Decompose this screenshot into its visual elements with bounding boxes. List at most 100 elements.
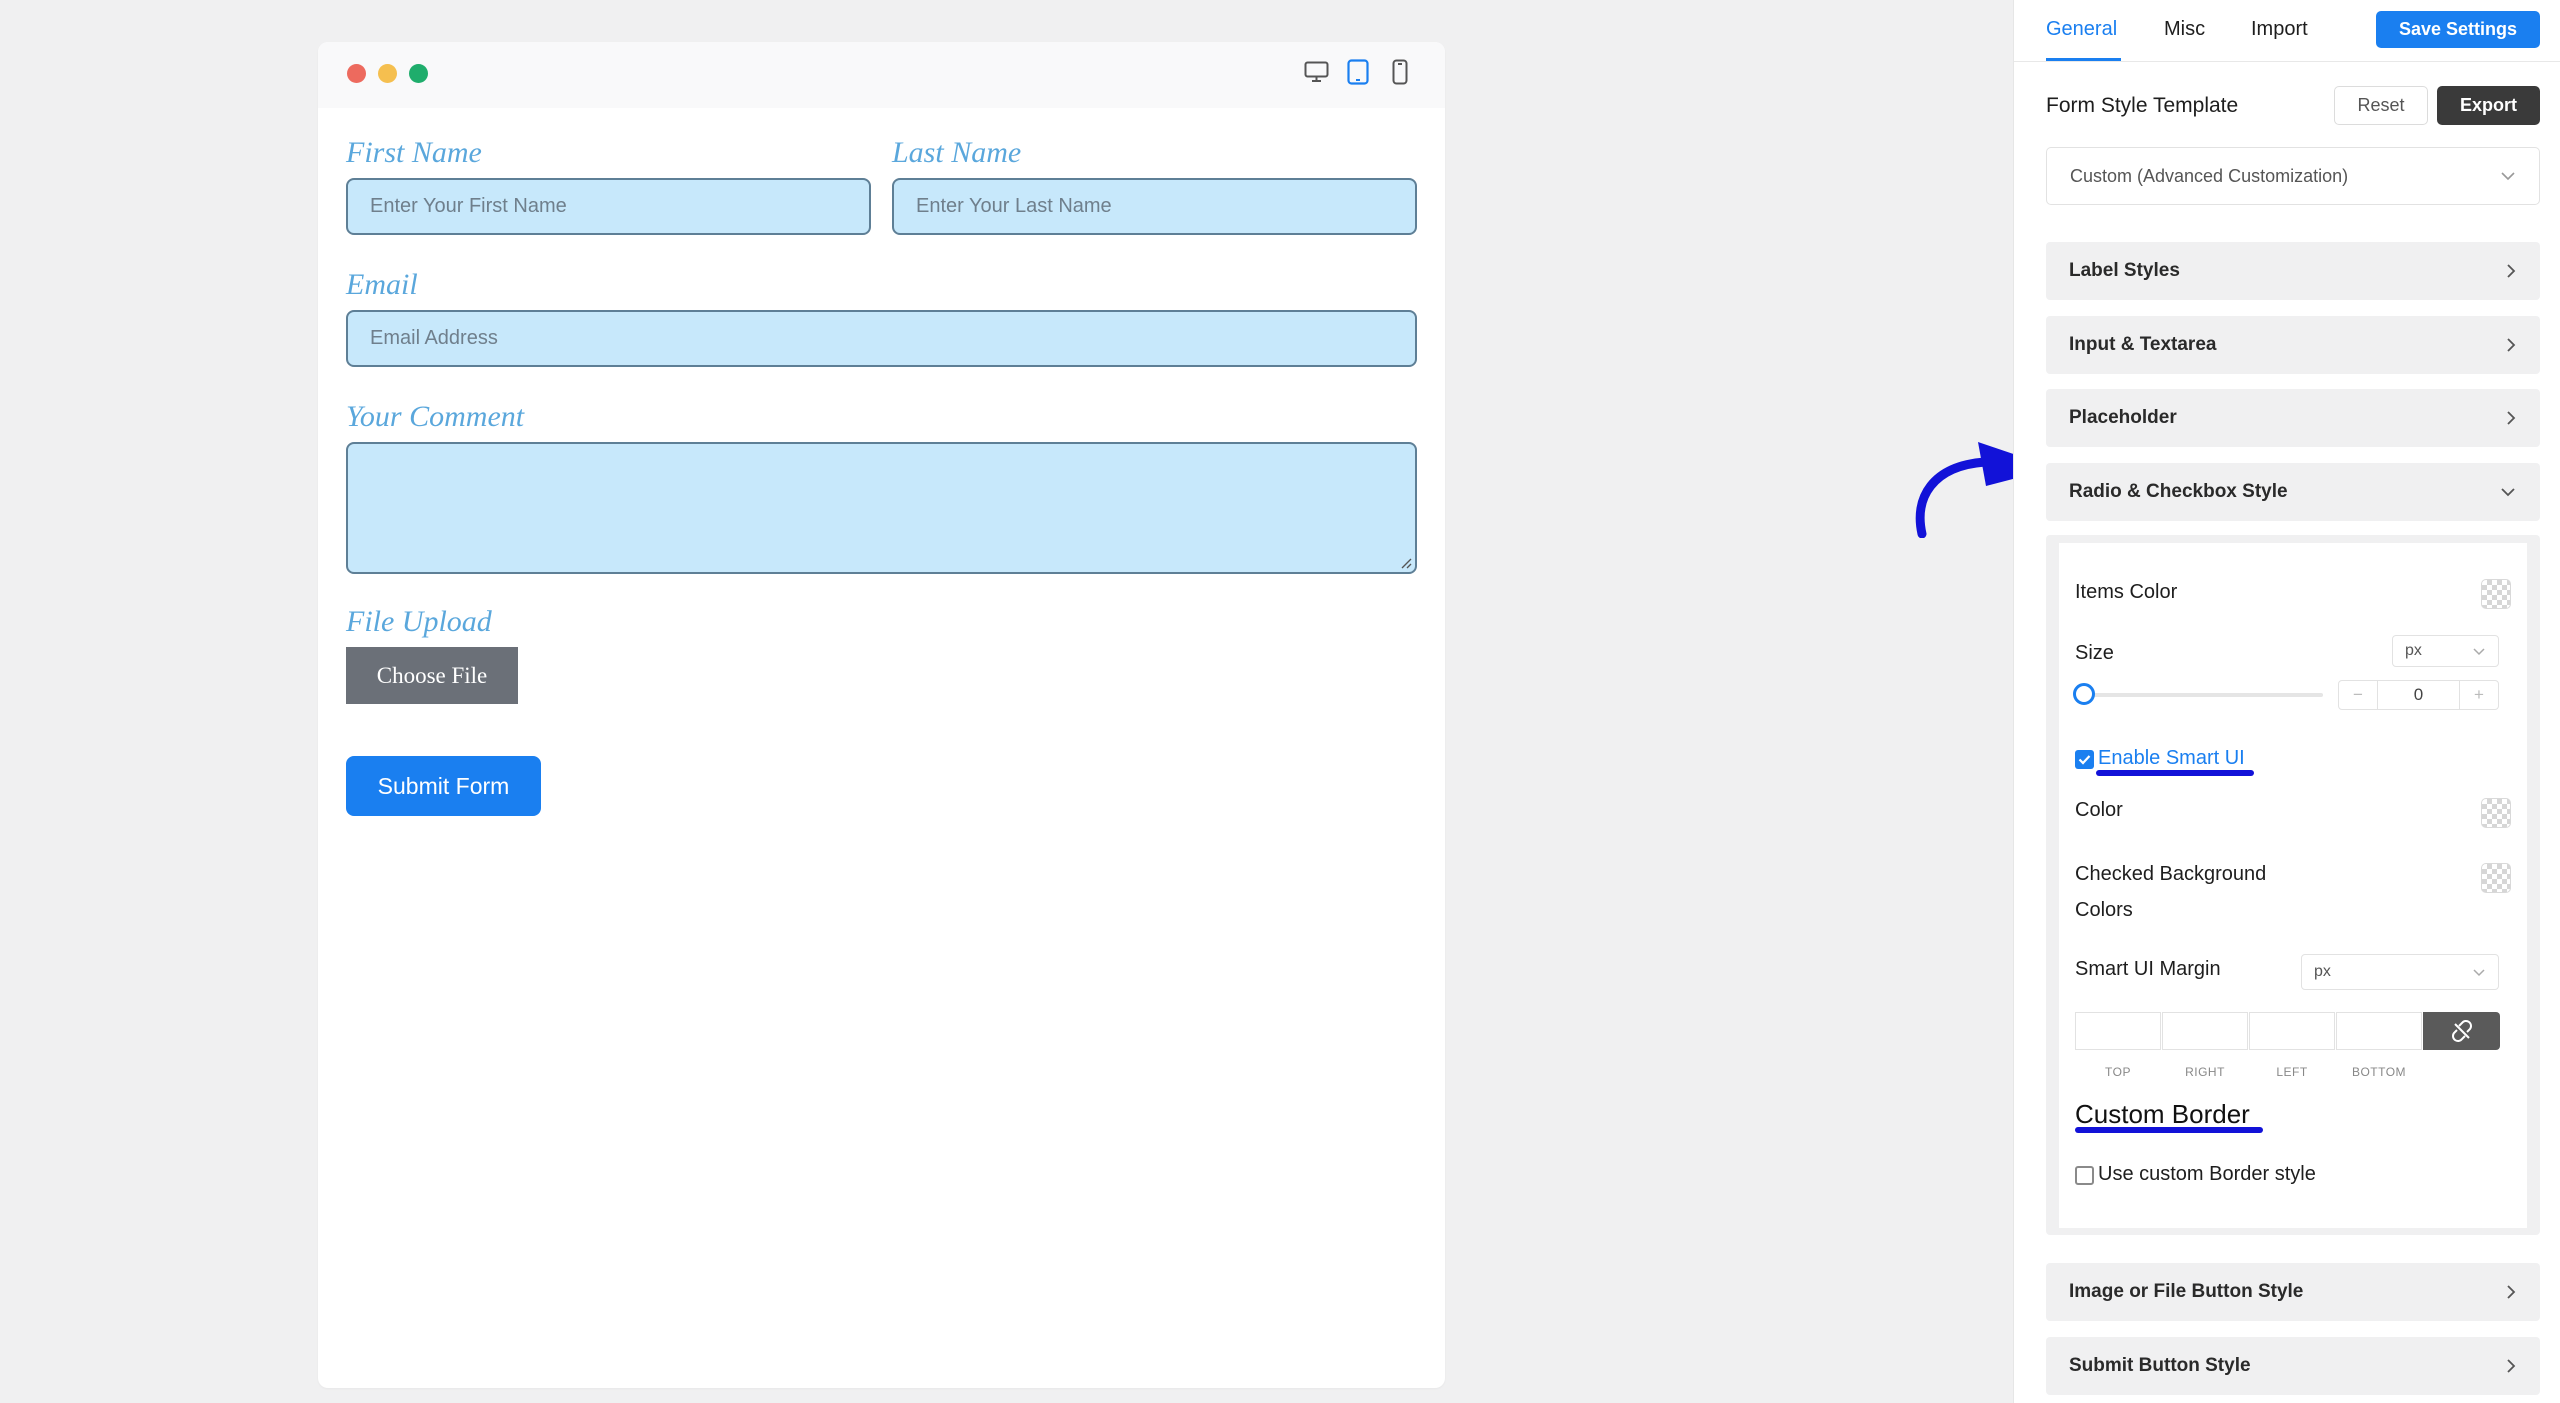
preview-toolbar [318,42,1445,108]
checked-bg-color-picker[interactable] [2481,863,2511,893]
annotation-underline [2096,770,2254,776]
last-name-input[interactable]: Enter Your Last Name [892,178,1417,235]
size-stepper[interactable]: − 0 + [2338,680,2499,710]
accordion-label: Image or File Button Style [2069,1281,2304,1302]
margin-bottom-input[interactable] [2336,1012,2422,1050]
resize-grip-icon[interactable] [1400,557,1412,569]
unlink-icon [2451,1020,2472,1042]
comment-textarea[interactable] [346,442,1417,574]
margin-left-input[interactable] [2249,1012,2335,1050]
use-custom-border-label[interactable]: Use custom Border style [2098,1163,2316,1186]
margin-unit-value: px [2314,963,2331,980]
size-slider-thumb[interactable] [2073,683,2095,705]
accordion-submit-button[interactable]: Submit Button Style [2046,1337,2540,1395]
mobile-icon[interactable] [1387,58,1413,86]
annotation-underline [2075,1127,2263,1133]
enable-smart-ui-label[interactable]: Enable Smart UI [2098,747,2245,770]
accordion-label: Placeholder [2069,407,2177,428]
radio-checkbox-panel: Items Color Size px − 0 + Enable Smart U… [2046,535,2540,1235]
accordion-label: Input & Textarea [2069,334,2217,355]
margin-right-label: RIGHT [2185,1065,2225,1079]
settings-tabs: General Misc Import Save Settings [2014,0,2560,62]
checked-bg-label-line1: Checked Background [2075,863,2267,885]
custom-border-title: Custom Border [2075,1099,2250,1129]
size-label: Size [2075,642,2114,664]
chevron-down-icon [2473,647,2485,655]
form-preview: First Name Enter Your First Name Last Na… [318,42,1445,1388]
choose-file-button[interactable]: Choose File [346,647,518,704]
tab-import[interactable]: Import [2251,18,2308,41]
chevron-down-icon [2501,172,2515,181]
tab-misc[interactable]: Misc [2164,18,2205,41]
form-style-template-title: Form Style Template [2046,94,2239,117]
template-select-value: Custom (Advanced Customization) [2070,165,2349,186]
minimize-dot [378,64,397,83]
desktop-icon[interactable] [1303,58,1329,86]
increment-button[interactable]: + [2460,681,2498,709]
comment-label: Your Comment [346,400,525,433]
accordion-image-file-button[interactable]: Image or File Button Style [2046,1263,2540,1321]
size-slider-track[interactable] [2075,693,2323,697]
email-label: Email [346,268,418,301]
smart-ui-margin-label: Smart UI Margin [2075,958,2221,980]
last-name-label: Last Name [892,136,1022,169]
accordion-label: Submit Button Style [2069,1355,2251,1376]
active-tab-indicator [2046,58,2121,61]
color-picker[interactable] [2481,798,2511,828]
chevron-right-icon [2507,1359,2516,1373]
export-button[interactable]: Export [2437,86,2540,125]
margin-bottom-label: BOTTOM [2351,1065,2407,1079]
template-select[interactable]: Custom (Advanced Customization) [2046,147,2540,205]
save-settings-button[interactable]: Save Settings [2376,11,2540,48]
window-dots [347,64,428,83]
unlink-margins-button[interactable] [2423,1012,2500,1050]
settings-panel: General Misc Import Save Settings Form S… [2013,0,2560,1403]
use-custom-border-checkbox[interactable] [2075,1166,2094,1185]
name-row: First Name Enter Your First Name Last Na… [346,138,1417,235]
size-value[interactable]: 0 [2377,681,2460,709]
margin-right-input[interactable] [2162,1012,2248,1050]
checkmark-icon [2078,755,2091,765]
close-dot [347,64,366,83]
comment-field: Your Comment [346,402,1417,574]
accordion-radio-checkbox[interactable]: Radio & Checkbox Style [2046,463,2540,521]
chevron-right-icon [2507,411,2516,425]
accordion-input-textarea[interactable]: Input & Textarea [2046,316,2540,374]
decrement-button[interactable]: − [2339,681,2377,709]
file-upload-label: File Upload [346,605,492,638]
device-switcher [1303,58,1413,86]
chevron-right-icon [2507,264,2516,278]
chevron-right-icon [2507,1285,2516,1299]
chevron-down-icon [2473,968,2485,976]
items-color-picker[interactable] [2481,579,2511,609]
margin-unit-select[interactable]: px [2301,954,2499,990]
accordion-placeholder[interactable]: Placeholder [2046,389,2540,447]
chevron-down-icon [2501,488,2515,497]
first-name-field: First Name Enter Your First Name [346,138,871,235]
tab-general[interactable]: General [2046,18,2117,41]
chevron-right-icon [2507,338,2516,352]
enable-smart-ui-checkbox[interactable] [2075,750,2094,769]
margin-top-label: TOP [2105,1065,2131,1079]
contact-form: First Name Enter Your First Name Last Na… [346,138,1417,816]
first-name-input[interactable]: Enter Your First Name [346,178,871,235]
tablet-icon[interactable] [1345,58,1371,86]
email-input[interactable]: Email Address [346,310,1417,367]
last-name-field: Last Name Enter Your Last Name [892,138,1417,235]
size-unit-select[interactable]: px [2392,635,2499,667]
items-color-label: Items Color [2075,581,2178,603]
submit-form-button[interactable]: Submit Form [346,756,541,816]
color-label: Color [2075,799,2123,821]
margin-top-input[interactable] [2075,1012,2161,1050]
first-name-label: First Name [346,136,482,169]
radio-checkbox-settings: Items Color Size px − 0 + Enable Smart U… [2059,543,2527,1228]
accordion-label: Radio & Checkbox Style [2069,481,2288,502]
email-field: Email Email Address [346,270,1417,367]
size-unit-value: px [2405,642,2422,659]
maximize-dot [409,64,428,83]
accordion-label: Label Styles [2069,260,2180,281]
reset-button[interactable]: Reset [2334,86,2428,125]
file-upload-field: File Upload Choose File [346,607,1417,704]
checked-bg-label-line2: Colors [2075,899,2133,921]
accordion-label-styles[interactable]: Label Styles [2046,242,2540,300]
